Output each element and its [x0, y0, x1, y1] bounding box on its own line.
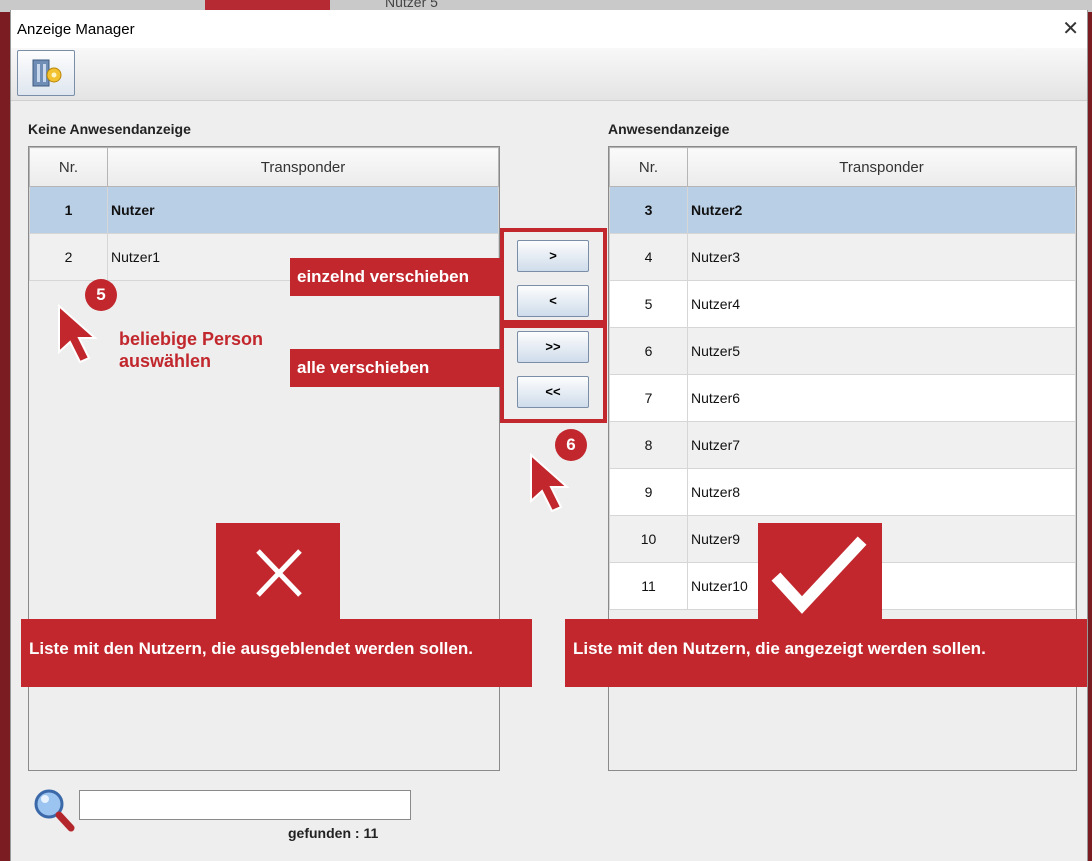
background-tab-label: Nutzer 5	[385, 0, 438, 10]
table-row[interactable]: 6 Nutzer5	[609, 327, 1076, 375]
row-name: Nutzer6	[687, 374, 1076, 422]
row-nr: 11	[609, 562, 688, 610]
table-row[interactable]: 1 Nutzer	[29, 186, 499, 234]
toolbar	[11, 48, 1087, 101]
table-row[interactable]: 9 Nutzer8	[609, 468, 1076, 516]
table-row[interactable]: 7 Nutzer6	[609, 374, 1076, 422]
row-nr: 7	[609, 374, 688, 422]
row-name: Nutzer3	[687, 233, 1076, 281]
search-input[interactable]	[79, 790, 411, 820]
title-bar: Anzeige Manager ✕	[11, 10, 1087, 48]
pointer-arrow-icon	[58, 303, 98, 364]
close-icon[interactable]: ✕	[1062, 16, 1079, 41]
right-list-label: Anwesendanzeige	[608, 121, 730, 137]
row-nr: 3	[609, 186, 688, 234]
column-header-nr[interactable]: Nr.	[29, 147, 108, 187]
row-nr: 2	[29, 233, 108, 281]
check-box	[758, 523, 882, 623]
found-count: 11	[363, 825, 379, 841]
row-name: Nutzer5	[687, 327, 1076, 375]
left-list-label: Keine Anwesendanzeige	[28, 121, 191, 137]
move-all-left-button[interactable]: <<	[517, 376, 589, 408]
select-hint-line2: auswählen	[119, 351, 212, 371]
found-label: gefunden :	[288, 825, 360, 841]
cross-box	[216, 523, 340, 623]
row-name: Nutzer4	[687, 280, 1076, 328]
cross-icon	[256, 549, 302, 597]
search-icon[interactable]	[31, 786, 77, 834]
row-name: Nutzer7	[687, 421, 1076, 469]
table-row[interactable]: 8 Nutzer7	[609, 421, 1076, 469]
row-nr: 8	[609, 421, 688, 469]
row-name: Nutzer	[107, 186, 499, 234]
row-nr: 10	[609, 515, 688, 563]
hidden-list-caption: Liste mit den Nutzern, die ausgeblendet …	[21, 619, 532, 687]
row-nr: 4	[609, 233, 688, 281]
move-one-left-button[interactable]: <	[517, 285, 589, 317]
pointer-arrow-icon	[530, 452, 570, 513]
column-header-transponder[interactable]: Transponder	[107, 147, 499, 187]
column-header-nr[interactable]: Nr.	[609, 147, 688, 187]
users-settings-icon	[32, 59, 62, 87]
found-count-label: gefunden : 11	[288, 825, 378, 841]
column-header-transponder[interactable]: Transponder	[687, 147, 1076, 187]
single-move-callout: einzelnd verschieben	[290, 258, 503, 296]
select-hint-line1: beliebige Person	[119, 329, 264, 349]
checkmark-icon	[771, 536, 867, 614]
row-name: Nutzer8	[687, 468, 1076, 516]
move-all-right-button[interactable]: >>	[517, 331, 589, 363]
shown-list-caption: Liste mit den Nutzern, die angezeigt wer…	[565, 619, 1087, 687]
row-nr: 1	[29, 186, 108, 234]
row-nr: 5	[609, 280, 688, 328]
select-person-hint: beliebige Person auswählen	[119, 328, 263, 372]
users-settings-button[interactable]	[17, 50, 75, 96]
table-row[interactable]: 4 Nutzer3	[609, 233, 1076, 281]
row-name: Nutzer2	[687, 186, 1076, 234]
table-row[interactable]: 5 Nutzer4	[609, 280, 1076, 328]
row-nr: 6	[609, 327, 688, 375]
table-row[interactable]: 3 Nutzer2	[609, 186, 1076, 234]
row-nr: 9	[609, 468, 688, 516]
move-one-right-button[interactable]: >	[517, 240, 589, 272]
anzeige-manager-dialog: Anzeige Manager ✕ Keine Anwesendanzeige …	[10, 10, 1088, 861]
window-title: Anzeige Manager	[17, 21, 135, 38]
all-move-callout: alle verschieben	[290, 349, 503, 387]
